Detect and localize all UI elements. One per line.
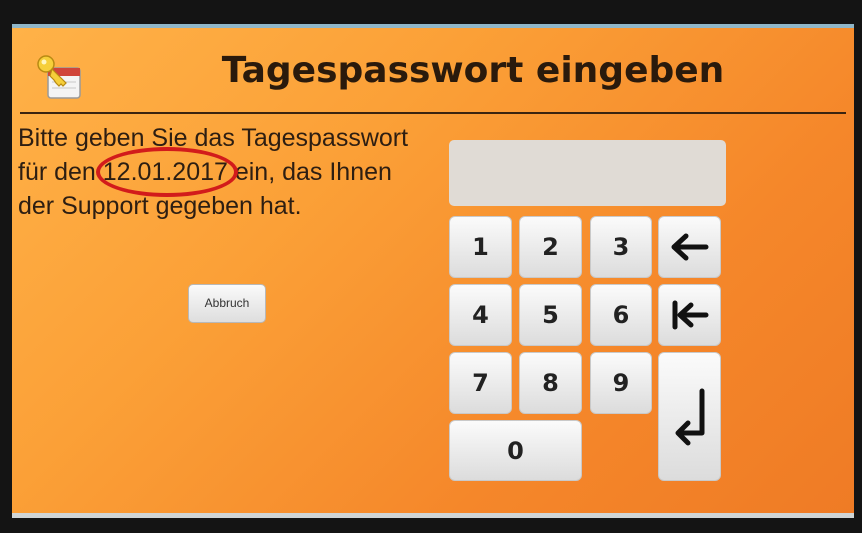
dialog-header: Tagespasswort eingeben [12, 28, 854, 116]
key-calendar-icon [34, 52, 84, 102]
enter-return-icon [670, 387, 710, 447]
arrow-left-to-bar-icon [670, 300, 710, 330]
date-highlight: 12.01.2017 [95, 147, 239, 197]
key-1[interactable]: 1 [449, 216, 512, 278]
key-8[interactable]: 8 [519, 352, 582, 414]
key-7[interactable]: 7 [449, 352, 512, 414]
key-3[interactable]: 3 [590, 216, 652, 278]
header-divider [20, 112, 846, 114]
key-0[interactable]: 0 [449, 420, 582, 481]
cancel-button[interactable]: Abbruch [188, 284, 266, 323]
arrow-left-icon [670, 232, 710, 262]
password-input[interactable] [449, 140, 726, 206]
key-6[interactable]: 6 [590, 284, 652, 346]
clear-button[interactable] [658, 284, 721, 346]
key-5[interactable]: 5 [519, 284, 582, 346]
key-2[interactable]: 2 [519, 216, 582, 278]
instruction-text: Bitte geben Sie das Tagespasswort für de… [18, 121, 418, 223]
key-4[interactable]: 4 [449, 284, 512, 346]
enter-button[interactable] [658, 352, 721, 481]
backspace-button[interactable] [658, 216, 721, 278]
key-9[interactable]: 9 [590, 352, 652, 414]
dialog-screen: Tagespasswort eingeben Bitte geben Sie d… [12, 24, 854, 518]
dialog-title: Tagespasswort eingeben [221, 50, 725, 91]
